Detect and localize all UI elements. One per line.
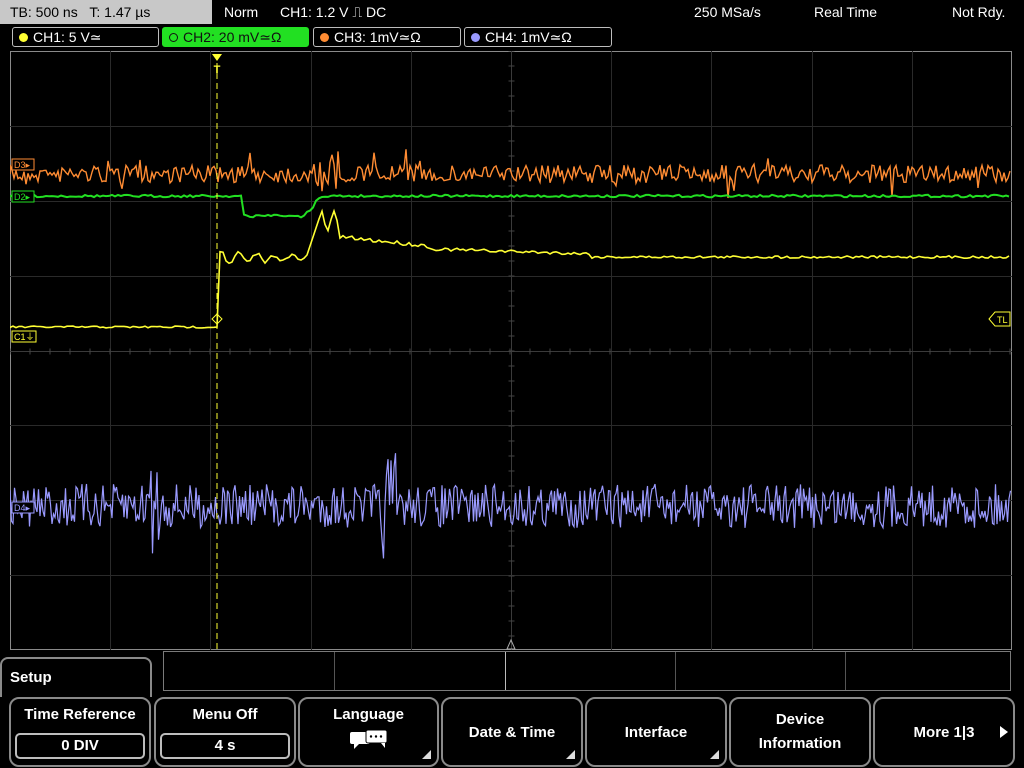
trigger-mode[interactable]: Norm xyxy=(224,0,258,24)
channel-1-color-icon xyxy=(19,33,28,42)
ch3-marker-label: D3▸ xyxy=(14,160,31,170)
next-page-arrow-icon xyxy=(1000,726,1008,738)
acquisition-mode: Real Time xyxy=(814,4,878,20)
trigger-time-value: T: 1.47 µs xyxy=(89,4,151,20)
timebase-readout[interactable]: TB: 500 ns T: 1.47 µs xyxy=(0,0,212,24)
channel-1-tab[interactable]: CH1: 5 V≃ xyxy=(12,27,159,47)
channel-2-color-icon xyxy=(169,33,178,42)
channel-3-tab[interactable]: CH3: 1mV≃Ω xyxy=(313,27,461,47)
submenu-indicator-icon xyxy=(422,750,431,759)
sample-rate: 250 MSa/s xyxy=(694,4,761,20)
device-information-softkey[interactable]: Device Information xyxy=(729,697,871,767)
language-label: Language xyxy=(333,706,404,723)
channel-4-label: CH4: 1mV≃Ω xyxy=(485,29,572,45)
channel-4-tab[interactable]: CH4: 1mV≃Ω xyxy=(464,27,612,47)
menu-off-value: 4 s xyxy=(160,733,290,759)
speech-bubble-icon xyxy=(349,729,387,749)
channel-2-tab[interactable]: CH2: 20 mV≃Ω xyxy=(162,27,309,47)
menu-off-softkey[interactable]: Menu Off 4 s xyxy=(154,697,296,767)
date-time-softkey[interactable]: Date & Time xyxy=(441,697,583,767)
more-label: More 1|3 xyxy=(913,723,975,741)
time-reference-softkey[interactable]: Time Reference 0 DIV xyxy=(9,697,151,767)
ch2-marker-label: D2▸ xyxy=(14,192,31,202)
submenu-indicator-icon xyxy=(710,750,719,759)
device-information-label-1: Device xyxy=(775,711,825,728)
ch3-marker[interactable]: D3▸ xyxy=(11,158,35,171)
waveform-display[interactable]: T D3▸ D2▸ C1⏚ D4▸ TL xyxy=(10,51,1012,650)
submenu-indicator-icon xyxy=(566,750,575,759)
menu-off-label: Menu Off xyxy=(192,706,258,723)
time-reference-value: 0 DIV xyxy=(15,733,145,759)
trigger-source[interactable]: CH1: 1.2 V ⎍ DC xyxy=(280,0,386,24)
trigger-level-label: TL xyxy=(997,315,1008,325)
trigger-pos-label: T xyxy=(214,64,221,76)
date-time-label: Date & Time xyxy=(468,723,556,741)
timebase-value: TB: 500 ns xyxy=(10,4,78,20)
channel-4-color-icon xyxy=(471,33,480,42)
channel-2-label: CH2: 20 mV≃Ω xyxy=(183,29,282,45)
menu-title-tab[interactable]: Setup xyxy=(0,657,152,697)
time-reference-label: Time Reference xyxy=(24,706,136,723)
more-softkey[interactable]: More 1|3 xyxy=(873,697,1015,767)
device-information-label-2: Information xyxy=(758,735,842,752)
channel-3-color-icon xyxy=(320,33,329,42)
language-softkey[interactable]: Language xyxy=(298,697,439,767)
lower-info-panel xyxy=(163,651,1011,691)
channel-1-label: CH1: 5 V≃ xyxy=(33,29,102,45)
menu-title: Setup xyxy=(10,669,52,686)
interface-softkey[interactable]: Interface xyxy=(585,697,727,767)
ch4-marker[interactable]: D4▸ xyxy=(11,501,35,514)
interface-label: Interface xyxy=(624,723,688,741)
channel-3-label: CH3: 1mV≃Ω xyxy=(334,29,421,45)
ch4-marker-label: D4▸ xyxy=(14,503,31,513)
ch1-marker[interactable]: C1⏚ xyxy=(11,330,37,343)
ch1-marker-label: C1⏚ xyxy=(14,332,35,342)
ch2-marker[interactable]: D2▸ xyxy=(11,190,35,203)
acquisition-state: Not Rdy. xyxy=(952,4,1006,20)
